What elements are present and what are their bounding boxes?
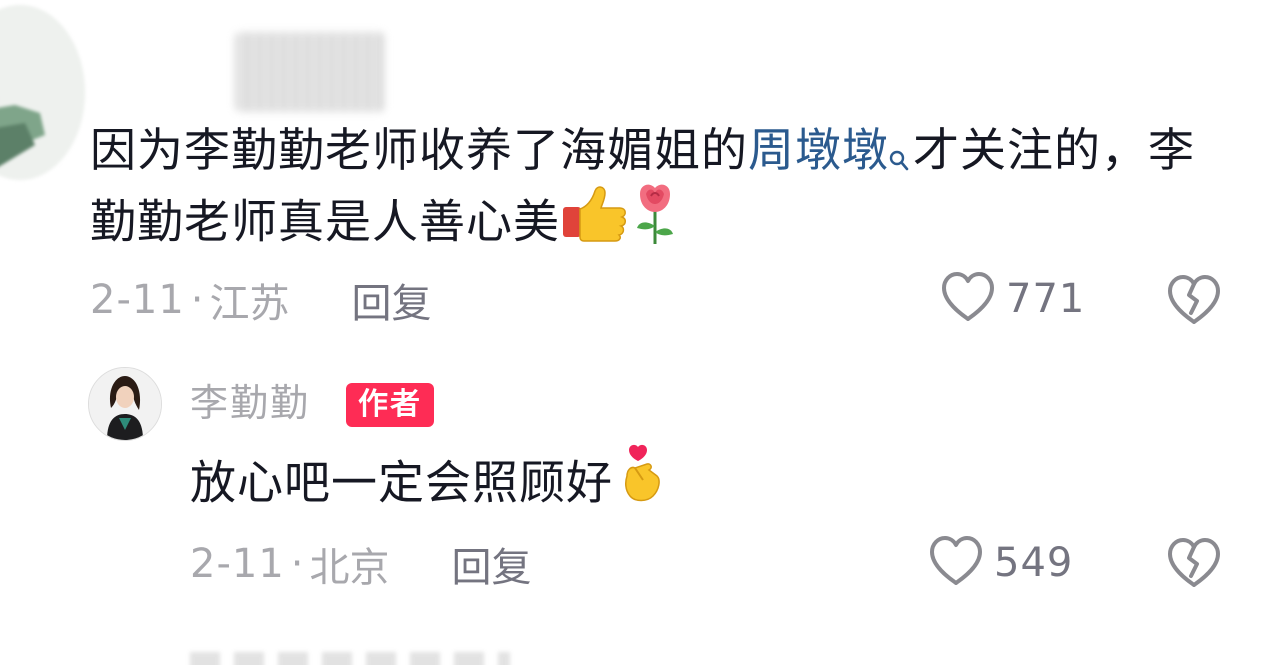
next-comment-fragment xyxy=(190,652,510,665)
thumbs-up-emoji xyxy=(560,183,630,259)
reply-text: 放心吧一定会照顾好 xyxy=(190,455,613,510)
reply-location: 北京 xyxy=(309,545,390,591)
reply-body: 放心吧一定会照顾好 xyxy=(190,444,669,522)
mention-link[interactable]: 周墩墩 xyxy=(748,123,913,177)
commenter-avatar[interactable] xyxy=(0,5,85,180)
comment-meta: 2-11 · 江苏 回复 xyxy=(90,270,432,330)
comment-reply-button[interactable]: 回复 xyxy=(352,271,432,329)
comment-like-button[interactable]: 771 xyxy=(940,270,1085,328)
search-icon xyxy=(889,124,909,188)
reply-meta: 2-11 · 北京 回复 xyxy=(190,534,532,594)
commenter-name-blurred xyxy=(235,32,385,112)
reply-meta-separator: · xyxy=(290,541,304,587)
rose-emoji xyxy=(630,180,680,262)
broken-heart-icon[interactable] xyxy=(1166,538,1222,594)
author-name[interactable]: 李勤勤 xyxy=(190,378,310,428)
broken-heart-icon[interactable] xyxy=(1166,275,1222,331)
comment-body: 因为李勤勤老师收养了海媚姐的周墩墩 才关注的，李勤勤老师真是人善心美 xyxy=(90,118,1230,262)
reply-date: 2-11 xyxy=(190,541,285,587)
heart-outline-icon[interactable] xyxy=(940,270,996,328)
reply-like-count: 549 xyxy=(994,540,1074,586)
comment-location: 江苏 xyxy=(209,281,290,327)
author-badge: 作者 xyxy=(346,383,434,427)
comment-date: 2-11 xyxy=(90,277,185,323)
mention-text[interactable]: 周墩墩 xyxy=(748,123,889,177)
reply-dislike-button[interactable] xyxy=(1166,536,1222,594)
comment-dislike-button[interactable] xyxy=(1166,273,1222,331)
comment-thread: 因为李勤勤老师收养了海媚姐的周墩墩 才关注的，李勤勤老师真是人善心美 2-11 ·… xyxy=(0,0,1280,665)
comment-text-part1: 因为李勤勤老师收养了海媚姐的 xyxy=(90,123,748,177)
heart-outline-icon[interactable] xyxy=(928,534,984,592)
comment-like-count: 771 xyxy=(1006,276,1086,322)
reply-reply-button[interactable]: 回复 xyxy=(452,535,532,593)
finger-heart-emoji xyxy=(613,442,669,522)
author-avatar[interactable] xyxy=(88,367,162,441)
reply-like-button[interactable]: 549 xyxy=(928,534,1073,592)
comment-meta-separator: · xyxy=(190,277,204,323)
